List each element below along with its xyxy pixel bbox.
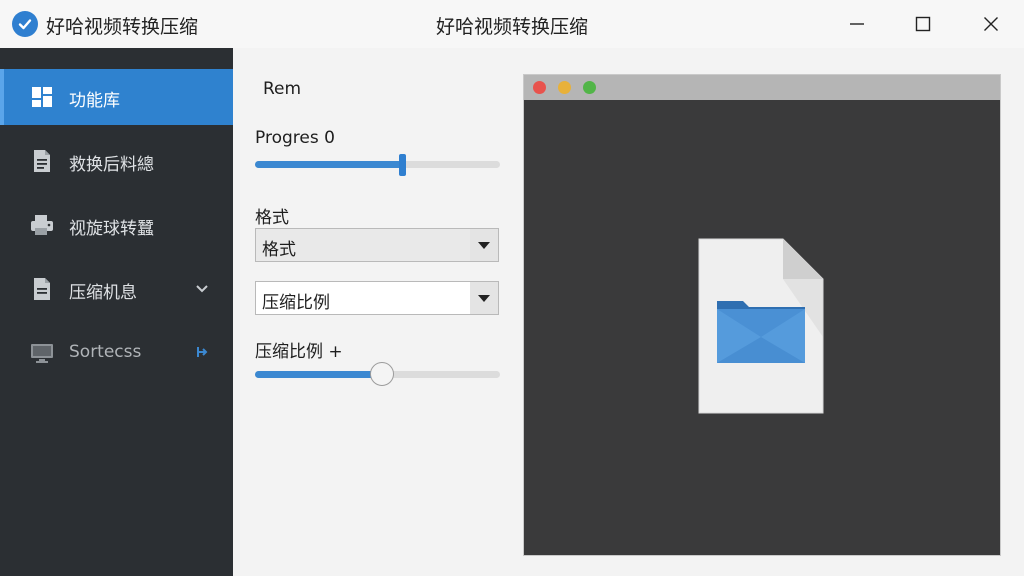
sidebar-item-label: Sortecss: [69, 342, 142, 362]
ratio-thumb[interactable]: [370, 362, 395, 386]
sidebar-item-label: 救换后料總: [69, 155, 154, 175]
document-icon: [30, 149, 54, 173]
close-dot-icon[interactable]: [533, 81, 546, 94]
ratio-select[interactable]: 压缩比例: [255, 281, 499, 315]
ratio-fill: [255, 371, 383, 378]
ratio-slider-label: 压缩比例 +: [255, 342, 343, 362]
rem-label: Rem: [263, 79, 302, 99]
progress-thumb[interactable]: [399, 154, 406, 176]
close-icon: [984, 17, 998, 31]
sidebar-item-label: 功能库: [69, 91, 120, 111]
progress-fill: [255, 161, 402, 168]
preview-title-bar: [524, 75, 1000, 100]
sidebar-item-converted[interactable]: 救换后料總: [0, 133, 233, 189]
close-button[interactable]: [958, 0, 1024, 48]
sidebar-item-library[interactable]: 功能库: [0, 69, 233, 125]
ratio-slider[interactable]: [255, 362, 500, 386]
zoom-dot-icon[interactable]: [583, 81, 596, 94]
progress-label: Progres 0: [255, 128, 335, 148]
format-select-value: 格式: [262, 240, 296, 260]
maximize-button[interactable]: [890, 0, 956, 48]
sidebar-item-video[interactable]: 视旋球转蠶: [0, 197, 233, 253]
title-bar: 好哈视频转换压缩 好哈视频转换压缩: [0, 0, 1024, 48]
app-logo-icon: [12, 11, 38, 37]
monitor-icon: [30, 341, 54, 365]
folder-file-icon: [697, 237, 825, 415]
sidebar-item-label: 视旋球转蠶: [69, 219, 154, 239]
printer-icon: [30, 213, 54, 237]
minimize-button[interactable]: [824, 0, 890, 48]
dashboard-icon: [30, 85, 54, 109]
minimize-icon: [850, 23, 864, 25]
progress-slider[interactable]: [255, 154, 500, 176]
format-select[interactable]: 格式: [255, 228, 499, 262]
sidebar-item-compress[interactable]: 压缩机息: [0, 261, 233, 317]
preview-window: [523, 74, 1001, 556]
app-name: 好哈视频转换压缩: [46, 16, 199, 38]
chevron-down-icon[interactable]: [470, 282, 498, 314]
minimize-dot-icon[interactable]: [558, 81, 571, 94]
settings-panel: Rem Progres 0 格式 格式 压缩比例 压缩比例 +: [233, 48, 513, 576]
ratio-select-value: 压缩比例: [262, 293, 330, 313]
chevron-down-icon[interactable]: [194, 280, 210, 296]
format-label: 格式: [255, 208, 289, 228]
sidebar-item-sorters[interactable]: Sortecss: [0, 325, 233, 381]
file-icon: [30, 277, 54, 301]
sidebar-item-label: 压缩机息: [69, 283, 137, 303]
chevron-down-icon[interactable]: [470, 229, 498, 261]
maximize-icon: [915, 16, 931, 32]
pin-icon[interactable]: [194, 344, 210, 360]
sidebar: 功能库 救换后料總 视旋球转蠶 压缩机息 Sortecss: [0, 48, 233, 576]
